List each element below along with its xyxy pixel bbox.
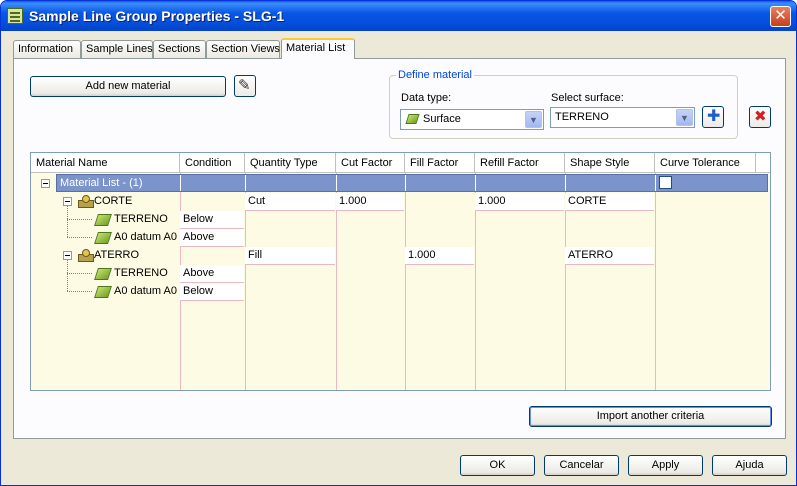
define-material-legend: Define material [398,69,472,81]
material-icon [78,249,94,262]
surface-name[interactable]: A0 datum A0 [114,231,177,243]
title-bar[interactable]: Sample Line Group Properties - SLG-1 ✕ [1,1,796,31]
surface-icon [94,214,112,226]
column-shape-style[interactable]: Shape Style [565,153,655,173]
fill-factor-cell[interactable]: 1.000 [405,247,474,265]
column-material-name[interactable]: Material Name [31,153,180,173]
material-list-panel: Add new material ✎ Define material Data … [13,58,786,439]
shape-style-cell[interactable]: ATERRO [565,247,654,265]
column-condition[interactable]: Condition [180,153,245,173]
grid-header: Material Name Condition Quantity Type Cu… [31,153,770,173]
tab-information[interactable]: Information [13,40,81,58]
surface-icon [94,232,112,244]
table-row-root[interactable]: Material List - (1) [56,174,768,192]
pick-material-button[interactable]: ✎ [234,75,256,97]
data-type-select[interactable]: Surface ▼ [400,109,544,130]
condition-cell[interactable]: Above [180,265,244,283]
surface-icon [94,286,112,298]
add-new-material-button[interactable]: Add new material [30,76,226,97]
delete-button[interactable]: ✖ [749,106,771,128]
material-grid: Material Name Condition Quantity Type Cu… [30,152,771,391]
import-criteria-button[interactable]: Import another criteria [529,406,772,427]
help-button[interactable]: Ajuda [712,455,787,476]
material-icon [78,195,94,208]
column-fill-factor[interactable]: Fill Factor [405,153,475,173]
chevron-down-icon[interactable]: ▼ [525,111,542,128]
column-refill-factor[interactable]: Refill Factor [475,153,565,173]
app-icon [7,8,23,24]
material-name[interactable]: CORTE [94,195,132,207]
surface-name[interactable]: A0 datum A0 [114,285,177,297]
grid-body: Material List - (1) CORTE Cut 1.000 1.00… [31,173,770,390]
shape-style-cell[interactable]: CORTE [565,193,654,211]
ok-button[interactable]: OK [460,455,535,476]
pick-pencil-icon: ✎ [238,77,251,94]
data-type-value: Surface [423,113,461,125]
data-type-label: Data type: [401,92,452,104]
tab-material-list[interactable]: Material List [281,38,355,59]
cancel-button[interactable]: Cancelar [544,455,619,476]
collapse-aterro-icon[interactable] [63,251,72,260]
material-name[interactable]: ATERRO [94,249,139,261]
cut-factor-cell[interactable]: 1.000 [336,193,404,211]
collapse-corte-icon[interactable] [63,197,72,206]
chevron-down-icon[interactable]: ▼ [676,109,693,126]
condition-cell[interactable]: Below [180,211,244,229]
condition-cell[interactable]: Below [180,283,244,301]
surface-name[interactable]: TERRENO [114,213,168,225]
close-button[interactable]: ✕ [770,6,791,27]
surface-icon [94,268,112,280]
surface-name[interactable]: TERRENO [114,267,168,279]
root-label: Material List - (1) [60,177,143,189]
tab-section-views[interactable]: Section Views [206,40,280,58]
curve-tolerance-checkbox[interactable] [659,176,672,189]
column-cut-factor[interactable]: Cut Factor [336,153,405,173]
select-surface-select[interactable]: TERRENO ▼ [550,107,695,128]
apply-button[interactable]: Apply [628,455,703,476]
window-title: Sample Line Group Properties - SLG-1 [29,8,285,24]
select-surface-value: TERRENO [555,111,609,123]
quantity-type-cell[interactable]: Fill [245,247,335,265]
column-curve-tolerance[interactable]: Curve Tolerance [655,153,756,173]
select-surface-label: Select surface: [551,92,624,104]
quantity-type-cell[interactable]: Cut [245,193,335,211]
add-surface-button[interactable]: ✚ [702,106,724,128]
refill-factor-cell[interactable]: 1.000 [475,193,564,211]
collapse-root-icon[interactable] [41,179,50,188]
tab-sample-lines[interactable]: Sample Lines [81,40,153,58]
plus-icon: ✚ [707,108,721,125]
delete-x-icon: ✖ [754,108,767,125]
tab-sections[interactable]: Sections [153,40,206,58]
dialog-window: Sample Line Group Properties - SLG-1 ✕ I… [0,0,797,486]
surface-icon [405,114,420,124]
condition-cell[interactable]: Above [180,229,244,247]
column-quantity-type[interactable]: Quantity Type [245,153,336,173]
